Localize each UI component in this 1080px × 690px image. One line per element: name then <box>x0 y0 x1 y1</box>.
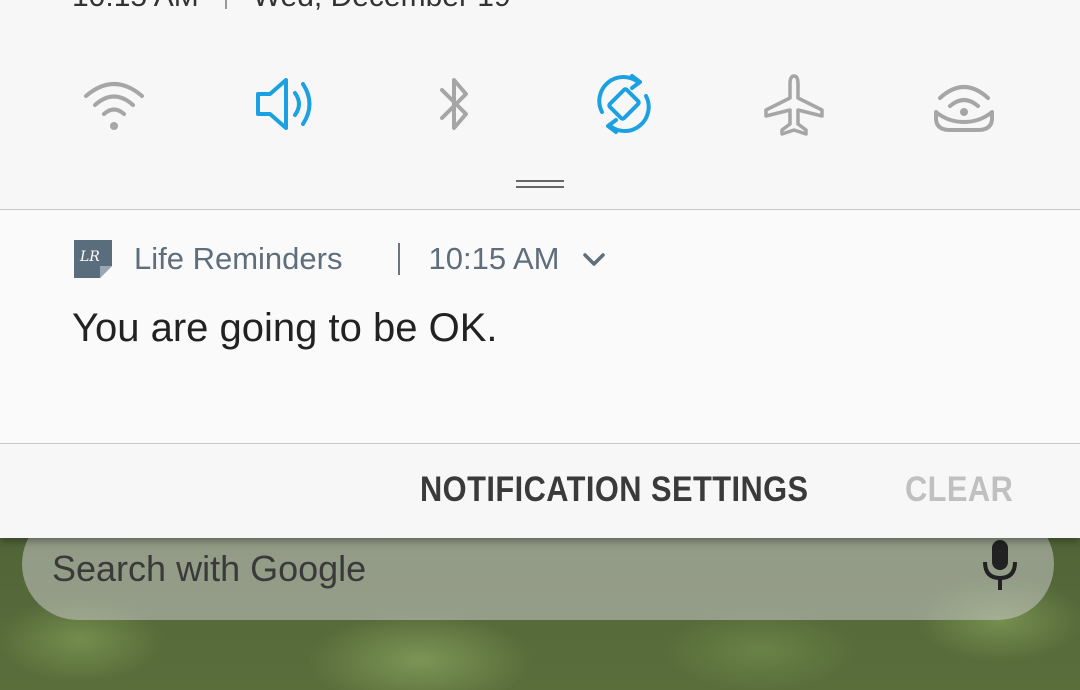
airplane-mode-icon <box>764 74 824 136</box>
auto-rotate-icon <box>597 74 651 134</box>
date-text: Wed, December 19 <box>253 0 511 14</box>
bluetooth-icon <box>440 78 468 130</box>
notification-message: You are going to be OK. <box>72 306 498 350</box>
mobile-hotspot-icon <box>934 85 994 132</box>
status-separator <box>224 0 227 9</box>
airplane-mode-toggle[interactable] <box>754 64 834 144</box>
settings-gear-icon[interactable] <box>940 0 992 18</box>
panel-drag-handle[interactable] <box>516 180 564 190</box>
search-placeholder[interactable]: Search with Google <box>52 548 366 590</box>
wifi-icon <box>84 82 144 130</box>
notification-settings-button[interactable]: NOTIFICATION SETTINGS <box>420 470 809 510</box>
status-row: 10:15 AM Wed, December 19 <box>72 0 511 14</box>
life-reminders-app-icon: LR <box>74 240 112 278</box>
app-icon-letters: LR <box>79 249 100 265</box>
wifi-toggle[interactable] <box>74 64 154 144</box>
sound-icon <box>256 78 312 130</box>
notification-panel: 10:15 AM Wed, December 19 <box>0 0 1080 538</box>
microphone-icon[interactable] <box>982 540 1018 592</box>
clear-button[interactable]: CLEAR <box>905 470 1013 510</box>
drag-handle-line <box>516 186 564 188</box>
auto-rotate-toggle[interactable] <box>584 64 664 144</box>
panel-divider <box>0 209 1080 210</box>
drag-handle-line <box>516 180 564 182</box>
clock-text: 10:15 AM <box>72 0 199 14</box>
sound-toggle[interactable] <box>244 64 324 144</box>
chevron-down-icon[interactable] <box>581 246 607 272</box>
header-separator <box>398 243 401 275</box>
bluetooth-toggle[interactable] <box>414 64 494 144</box>
notification-time: 10:15 AM <box>428 241 560 276</box>
notification-card[interactable]: LR Life Reminders 10:15 AM You are going… <box>0 211 1080 443</box>
notification-actions: NOTIFICATION SETTINGS CLEAR <box>0 444 1080 538</box>
quick-settings-row <box>0 64 1080 144</box>
mobile-hotspot-toggle[interactable] <box>924 64 1004 144</box>
notification-header: LR Life Reminders 10:15 AM <box>74 239 607 279</box>
screen: Search with Google 10:15 AM Wed, Decembe… <box>0 0 1080 690</box>
notification-app-name: Life Reminders <box>134 241 343 276</box>
